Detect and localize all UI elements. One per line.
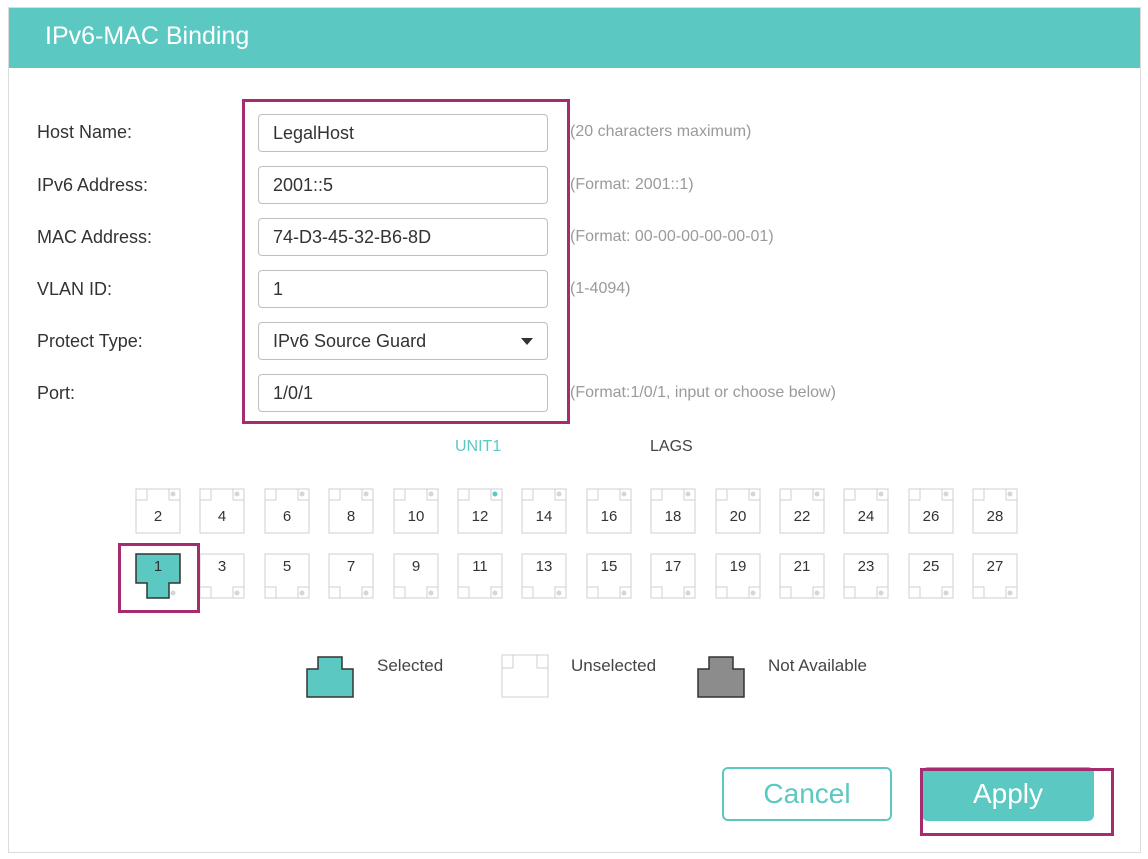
port-23[interactable]: 23 bbox=[843, 553, 889, 599]
port-5[interactable]: 5 bbox=[264, 553, 310, 599]
port-label: Port: bbox=[37, 383, 76, 403]
port-number: 11 bbox=[472, 558, 488, 575]
caret-down-icon bbox=[521, 338, 533, 345]
port-number: 16 bbox=[600, 508, 618, 525]
port-number: 26 bbox=[922, 508, 940, 525]
vlan-id-hint: (1-4094) bbox=[570, 280, 631, 297]
port-21[interactable]: 21 bbox=[779, 553, 825, 599]
port-14[interactable]: 14 bbox=[521, 488, 567, 534]
port-2[interactable]: 2 bbox=[135, 488, 181, 534]
host-name-hint: (20 characters maximum) bbox=[570, 123, 752, 140]
port-number: 13 bbox=[535, 558, 553, 575]
protect-type-select[interactable]: IPv6 Source Guard bbox=[258, 322, 548, 360]
port-10[interactable]: 10 bbox=[393, 488, 439, 534]
port-8[interactable]: 8 bbox=[328, 488, 374, 534]
port-20[interactable]: 20 bbox=[715, 488, 761, 534]
port-number: 23 bbox=[857, 558, 875, 575]
port-number: 4 bbox=[217, 508, 227, 525]
port-24[interactable]: 24 bbox=[843, 488, 889, 534]
port-number: 10 bbox=[407, 508, 425, 525]
mac-address-label: MAC Address: bbox=[37, 227, 153, 247]
port-13[interactable]: 13 bbox=[521, 553, 567, 599]
port-number: 18 bbox=[664, 508, 682, 525]
port-input[interactable] bbox=[258, 374, 548, 412]
port-number: 14 bbox=[535, 508, 553, 525]
port-4[interactable]: 4 bbox=[199, 488, 245, 534]
port-number: 6 bbox=[282, 508, 292, 525]
legend-not-available-icon bbox=[697, 656, 745, 698]
port-number: 7 bbox=[346, 558, 356, 575]
legend-unselected-icon bbox=[501, 654, 549, 698]
port-number: 1 bbox=[153, 558, 163, 575]
port-number: 20 bbox=[729, 508, 747, 525]
port-number: 24 bbox=[857, 508, 875, 525]
port-number: 15 bbox=[600, 558, 618, 575]
host-name-label: Host Name: bbox=[37, 122, 133, 142]
cancel-button[interactable]: Cancel bbox=[722, 767, 892, 821]
tab-unit1[interactable]: UNIT1 bbox=[455, 438, 501, 456]
protect-type-value: IPv6 Source Guard bbox=[273, 331, 427, 351]
port-number: 8 bbox=[346, 508, 356, 525]
port-number: 2 bbox=[153, 508, 163, 525]
port-16[interactable]: 16 bbox=[586, 488, 632, 534]
ipv6-address-input[interactable] bbox=[258, 166, 548, 204]
tab-lags[interactable]: LAGS bbox=[650, 438, 693, 456]
port-number: 27 bbox=[986, 558, 1004, 575]
port-number: 17 bbox=[664, 558, 682, 575]
port-number: 21 bbox=[793, 558, 811, 575]
port-22[interactable]: 22 bbox=[779, 488, 825, 534]
legend-selected-icon bbox=[306, 656, 354, 698]
page-title: IPv6-MAC Binding bbox=[45, 22, 250, 50]
port-number: 12 bbox=[471, 508, 489, 525]
port-19[interactable]: 19 bbox=[715, 553, 761, 599]
ipv6-address-label: IPv6 Address: bbox=[37, 175, 149, 195]
port-15[interactable]: 15 bbox=[586, 553, 632, 599]
apply-button[interactable]: Apply bbox=[922, 767, 1094, 821]
port-9[interactable]: 9 bbox=[393, 553, 439, 599]
port-number: 22 bbox=[793, 508, 811, 525]
port-26[interactable]: 26 bbox=[908, 488, 954, 534]
port-3[interactable]: 3 bbox=[199, 553, 245, 599]
legend-unselected-label: Unselected bbox=[571, 656, 657, 675]
port-7[interactable]: 7 bbox=[328, 553, 374, 599]
vlan-id-label: VLAN ID: bbox=[37, 279, 113, 299]
port-11[interactable]: 11 bbox=[457, 553, 503, 599]
panel-header: IPv6-MAC Binding bbox=[9, 8, 1140, 68]
port-number: 19 bbox=[729, 558, 747, 575]
legend-not-available-label: Not Available bbox=[768, 656, 867, 675]
mac-address-input[interactable] bbox=[258, 218, 548, 256]
port-12[interactable]: 12 bbox=[457, 488, 503, 534]
port-number: 3 bbox=[217, 558, 227, 575]
port-6[interactable]: 6 bbox=[264, 488, 310, 534]
protect-type-label: Protect Type: bbox=[37, 331, 143, 351]
port-number: 9 bbox=[411, 558, 421, 575]
port-27[interactable]: 27 bbox=[972, 553, 1018, 599]
port-18[interactable]: 18 bbox=[650, 488, 696, 534]
port-number: 28 bbox=[986, 508, 1004, 525]
port-28[interactable]: 28 bbox=[972, 488, 1018, 534]
ipv6-address-hint: (Format: 2001::1) bbox=[570, 176, 694, 193]
host-name-input[interactable] bbox=[258, 114, 548, 152]
port-17[interactable]: 17 bbox=[650, 553, 696, 599]
port-number: 5 bbox=[282, 558, 292, 575]
legend-selected-label: Selected bbox=[377, 656, 444, 675]
port-1[interactable]: 1 bbox=[135, 553, 181, 599]
port-25[interactable]: 25 bbox=[908, 553, 954, 599]
port-number: 25 bbox=[922, 558, 940, 575]
vlan-id-input[interactable] bbox=[258, 270, 548, 308]
mac-address-hint: (Format: 00-00-00-00-00-01) bbox=[570, 228, 774, 245]
port-hint: (Format:1/0/1, input or choose below) bbox=[570, 384, 836, 401]
